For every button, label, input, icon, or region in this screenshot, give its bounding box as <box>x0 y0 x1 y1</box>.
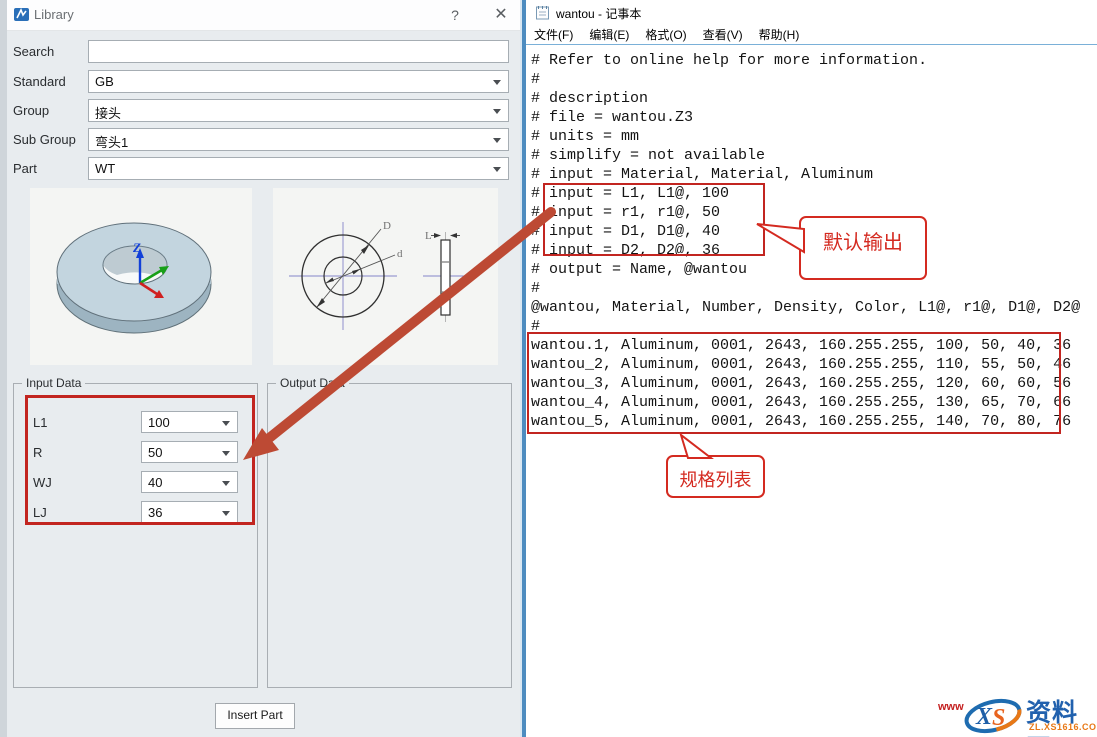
standard-combo[interactable]: GB <box>88 70 509 93</box>
dialog-title: Library <box>34 7 74 22</box>
svg-text:S: S <box>992 705 1005 731</box>
menu-item[interactable]: 格式(O) <box>637 24 694 45</box>
part-label: Part <box>13 161 37 176</box>
menu-item[interactable]: 文件(F) <box>526 24 581 45</box>
standard-row: Standard GB <box>7 70 520 95</box>
notepad-titlebar[interactable]: wantou - 记事本 <box>526 0 1097 24</box>
input-data-title: Input Data <box>22 376 85 390</box>
watermark-www: www <box>938 701 964 713</box>
notepad-title: wantou - 记事本 <box>556 5 641 22</box>
menu-item[interactable]: 帮助(H) <box>751 24 808 45</box>
search-label: Search <box>13 44 54 59</box>
output-data-title: Output Data <box>276 376 349 390</box>
watermark-logo-icon: X S <box>962 692 1024 737</box>
text-line: # simplify = not available <box>531 146 1097 165</box>
library-titlebar[interactable]: Library ? ✕ <box>7 0 520 31</box>
annotation-box-default-inputs <box>543 183 765 256</box>
library-app-icon <box>13 6 30 23</box>
group-row: Group 接头 <box>7 99 520 124</box>
chevron-down-icon <box>493 109 501 114</box>
text-line: # <box>531 279 1097 298</box>
group-label: Group <box>13 103 49 118</box>
text-line: # units = mm <box>531 127 1097 146</box>
output-data-group: Output Data <box>267 383 512 688</box>
chevron-down-icon <box>493 167 501 172</box>
screenshot-stage: Library ? ✕ Search Standard GB Group 接头 … <box>0 0 1097 737</box>
dim-length-label: L <box>425 230 432 242</box>
text-line: # Refer to online help for more informat… <box>531 51 1097 70</box>
chevron-down-icon <box>493 138 501 143</box>
axis-z-label: Z <box>132 240 141 255</box>
help-icon[interactable]: ? <box>444 5 466 25</box>
svg-text:X: X <box>975 704 993 730</box>
dim-inner-label: d <box>397 248 403 260</box>
group-combo[interactable]: 接头 <box>88 99 509 122</box>
text-line: @wantou, Material, Number, Density, Colo… <box>531 298 1097 317</box>
subgroup-row: Sub Group 弯头1 <box>7 128 520 153</box>
part-row: Part WT <box>7 157 520 182</box>
annotation-box-spec-list <box>527 332 1061 434</box>
annotation-box-input-data <box>25 395 255 525</box>
search-row: Search <box>7 40 520 65</box>
dim-outer-label: D <box>383 220 391 232</box>
menu-item[interactable]: 查看(V) <box>695 24 751 45</box>
notepad-icon <box>535 4 550 20</box>
standard-label: Standard <box>13 74 66 89</box>
watermark-site-url: ZL.XS1616.COM <box>1029 722 1097 732</box>
subgroup-combo[interactable]: 弯头1 <box>88 128 509 151</box>
menu-item[interactable]: 编辑(E) <box>581 24 637 45</box>
text-line: # file = wantou.Z3 <box>531 108 1097 127</box>
text-line: # <box>531 70 1097 89</box>
callout-default-output: 默认输出 <box>799 216 927 280</box>
callout-spec-list: 规格列表 <box>666 455 765 498</box>
text-line: # input = Material, Material, Aluminum <box>531 165 1097 184</box>
site-watermark: www X S 资料网 ZL.XS1616.COM <box>936 692 1097 737</box>
notepad-menubar: 文件(F)编辑(E)格式(O)查看(V)帮助(H) <box>526 24 1097 45</box>
insert-part-button[interactable]: Insert Part <box>215 703 295 729</box>
search-input[interactable] <box>88 40 509 63</box>
chevron-down-icon <box>493 80 501 85</box>
text-line: # description <box>531 89 1097 108</box>
library-dialog: Library ? ✕ Search Standard GB Group 接头 … <box>7 0 520 737</box>
subgroup-label: Sub Group <box>13 132 76 147</box>
part-2d-preview: D d L <box>273 188 498 365</box>
part-3d-preview: Z <box>30 188 252 365</box>
part-combo[interactable]: WT <box>88 157 509 180</box>
close-icon[interactable]: ✕ <box>490 5 512 25</box>
